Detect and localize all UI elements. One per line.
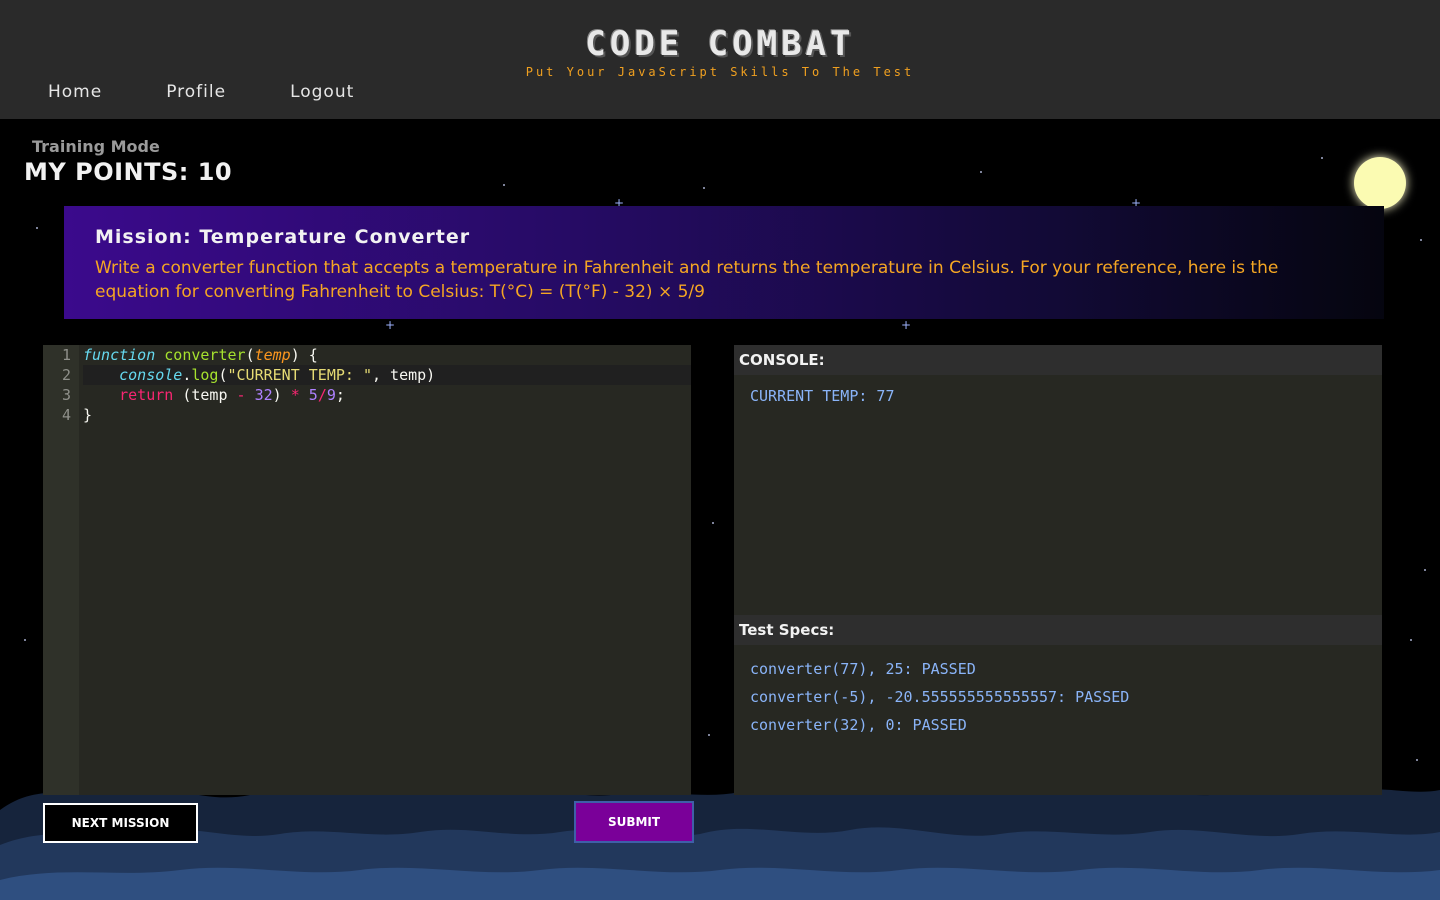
mission-description: Write a converter function that accepts … (95, 258, 1279, 302)
test-spec-item: converter(77), 25: PASSED (750, 660, 976, 678)
main-nav: Home Profile Logout (48, 82, 418, 102)
code-line[interactable]: } (83, 405, 691, 425)
star (703, 187, 705, 189)
editor-code-area[interactable]: function converter(temp) { console.log("… (83, 345, 691, 425)
console-heading: CONSOLE: (734, 345, 1382, 375)
nav-logout-link[interactable]: Logout (290, 82, 354, 102)
star-icon: + (385, 318, 396, 332)
test-spec-item: converter(32), 0: PASSED (750, 716, 967, 734)
console-output: CURRENT TEMP: 77 (750, 387, 895, 405)
nav-profile-link[interactable]: Profile (166, 82, 226, 102)
line-number: 1 (61, 346, 71, 364)
app-tagline: Put Your JavaScript Skills To The Test (525, 65, 915, 79)
mission-panel: Mission: Temperature Converter Write a c… (64, 206, 1384, 319)
star (36, 227, 38, 229)
line-number: 2 (61, 366, 71, 384)
star (1420, 239, 1422, 241)
line-number: 4 (61, 406, 71, 424)
star (24, 639, 26, 641)
training-mode-label: Training Mode (32, 137, 160, 156)
star (503, 184, 505, 186)
top-bar: CODE COMBAT Put Your JavaScript Skills T… (0, 0, 1440, 119)
code-editor[interactable]: 1 2 3 4 function converter(temp) { conso… (43, 345, 691, 795)
code-line[interactable]: function converter(temp) { (83, 345, 691, 365)
test-spec-item: converter(-5), -20.555555555555557: PASS… (750, 688, 1130, 706)
test-specs-list: converter(77), 25: PASSED converter(-5),… (734, 645, 1382, 749)
nav-home-link[interactable]: Home (48, 82, 102, 102)
mission-title: Mission: Temperature Converter (95, 226, 471, 248)
star (1424, 569, 1426, 571)
star-icon: + (901, 318, 912, 332)
star (1321, 157, 1323, 159)
star (712, 522, 714, 524)
next-mission-button[interactable]: NEXT MISSION (43, 803, 198, 843)
editor-gutter: 1 2 3 4 (43, 345, 79, 795)
submit-button[interactable]: SUBMIT (574, 801, 694, 843)
code-line[interactable]: console.log("CURRENT TEMP: ", temp) (83, 365, 691, 385)
star (1410, 639, 1412, 641)
console-panel: CONSOLE: CURRENT TEMP: 77 Test Specs: co… (734, 345, 1382, 795)
moon (1354, 157, 1406, 209)
line-number: 3 (61, 386, 71, 404)
code-line[interactable]: return (temp - 32) * 5/9; (83, 385, 691, 405)
star (708, 734, 710, 736)
star (980, 171, 982, 173)
test-specs-heading: Test Specs: (734, 615, 1382, 645)
points-counter: MY POINTS: 10 (24, 158, 233, 186)
star (1416, 759, 1418, 761)
app-logo: CODE COMBAT (585, 24, 855, 64)
